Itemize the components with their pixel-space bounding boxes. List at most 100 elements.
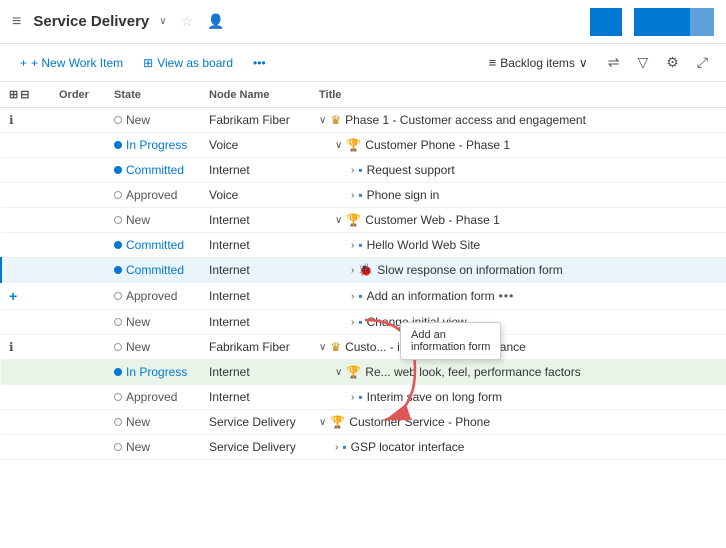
top-bar: ≡ Service Delivery ∨ ☆ 👤 [0,0,726,44]
expand-icon[interactable]: › [351,165,354,176]
title-cell[interactable]: ∨ ♛ Custo... - improve UI performance [311,335,726,360]
expand-cell [1,310,51,335]
table-row[interactable]: CommittedInternet› 🐞 Slow response on in… [1,258,726,283]
title-cell[interactable]: › ▪ Request support [311,158,726,183]
new-work-item-button[interactable]: + + New Work Item [12,52,131,74]
title-cell[interactable]: ∨ ♛ Phase 1 - Customer access and engage… [311,108,726,133]
order-cell [51,360,106,385]
state-cell: In Progress [106,133,201,158]
fullscreen-button[interactable]: ⤢ [691,50,714,75]
state-cell: New [106,335,201,360]
expand-all-icon[interactable]: ⊞ [9,88,18,101]
info-icon[interactable]: ℹ [9,340,14,354]
title-cell[interactable]: › ▪ Hello World Web Site [311,233,726,258]
table-row[interactable]: + ApprovedInternet› ▪ Add an information … [1,283,726,310]
title-cell[interactable]: ∨ 🏆 Re... web look, feel, performance fa… [311,360,726,385]
col-header-node: Node Name [201,82,311,108]
team-icon[interactable]: 👤 [207,13,224,30]
node-cell: Internet [201,310,311,335]
feature-icon: 🏆 [346,213,361,227]
expand-icon[interactable]: › [351,190,354,201]
context-menu-button[interactable]: ••• [499,289,515,303]
backlog-chevron-icon: ∨ [579,56,588,70]
expand-cell [1,208,51,233]
order-cell [51,208,106,233]
table-row[interactable]: NewInternet∨ 🏆 Customer Web - Phase 1 [1,208,726,233]
add-child-button[interactable]: + [9,288,17,304]
title-cell[interactable]: › 🐞 Slow response on information form [311,258,726,283]
expand-cell [1,258,51,283]
title-cell[interactable]: › ▪ GSP locator interface [311,435,726,460]
collapse-icon[interactable]: ∨ [319,115,326,126]
expand-icon[interactable]: › [351,240,354,251]
table-row[interactable]: ApprovedVoice› ▪ Phone sign in [1,183,726,208]
state-cell: In Progress [106,360,201,385]
state-cell: Approved [106,283,201,310]
menu-icon[interactable]: ≡ [12,13,21,31]
collapse-icon[interactable]: ∨ [335,140,342,151]
state-dot [114,343,122,351]
order-cell [51,310,106,335]
task-icon: ▪ [358,188,362,202]
title-cell[interactable]: › ▪ Phone sign in [311,183,726,208]
order-cell [51,435,106,460]
title-cell[interactable]: › ▪ Change initial view [311,310,726,335]
collapse-icon[interactable]: ∨ [319,342,326,353]
favorite-icon[interactable]: ☆ [181,13,194,30]
task-icon: ▪ [358,238,362,252]
collapse-icon[interactable]: ∨ [319,417,326,428]
table-row[interactable]: NewInternet› ▪ Change initial view [1,310,726,335]
table-row[interactable]: ℹNewFabrikam Fiber∨ ♛ Phase 1 - Customer… [1,108,726,133]
state-dot [114,191,122,199]
expand-icon[interactable]: › [351,265,354,276]
tooltip-line1: Add an [411,329,490,341]
state-dot [114,443,122,451]
group-by-button[interactable]: ⇌ [602,50,626,75]
state-cell: New [106,435,201,460]
more-options-button[interactable]: ••• [245,52,274,74]
title-text: Slow response on information form [377,263,562,277]
backlog-table-container[interactable]: ⊞ ⊟ Order State Node Name Title ℹNewFabr… [0,82,726,548]
state-dot [114,292,122,300]
title-cell[interactable]: › ▪ Interim save on long form [311,385,726,410]
expand-cell: ℹ [1,108,51,133]
expand-icon[interactable]: › [351,317,354,328]
filter-button[interactable]: ▽ [631,50,654,75]
expand-icon[interactable]: › [351,392,354,403]
title-cell[interactable]: ∨ 🏆 Customer Web - Phase 1 [311,208,726,233]
collapse-icon[interactable]: ∨ [335,367,342,378]
expand-cell [1,158,51,183]
table-row[interactable]: In ProgressInternet∨ 🏆 Re... web look, f… [1,360,726,385]
collapse-all-icon[interactable]: ⊟ [20,88,29,101]
order-cell [51,158,106,183]
title-cell[interactable]: ∨ 🏆 Customer Phone - Phase 1 [311,133,726,158]
settings-button[interactable]: ⚙ [660,50,685,75]
title-text: Hello World Web Site [367,238,481,252]
title-chevron-icon[interactable]: ∨ [159,16,166,27]
feature-icon: 🏆 [330,415,345,429]
table-row[interactable]: ℹNewFabrikam Fiber∨ ♛ Custo... - improve… [1,335,726,360]
node-cell: Internet [201,283,311,310]
expand-cell: ℹ [1,335,51,360]
table-row[interactable]: In ProgressVoice∨ 🏆 Customer Phone - Pha… [1,133,726,158]
title-text: Add an information form [367,289,495,303]
expand-cell: + [1,283,51,310]
expand-icon[interactable]: › [335,442,338,453]
table-row[interactable]: ApprovedInternet› ▪ Interim save on long… [1,385,726,410]
collapse-icon[interactable]: ∨ [335,215,342,226]
table-row[interactable]: NewService Delivery∨ 🏆 Customer Service … [1,410,726,435]
state-dot [114,418,122,426]
table-row[interactable]: CommittedInternet› ▪ Hello World Web Sit… [1,233,726,258]
expand-icon[interactable]: › [351,291,354,302]
state-label: New [126,213,150,227]
info-icon[interactable]: ℹ [9,113,14,127]
title-text: Phone sign in [367,188,440,202]
node-cell: Fabrikam Fiber [201,108,311,133]
view-as-board-button[interactable]: ⊞ View as board [135,52,241,74]
table-row[interactable]: CommittedInternet› ▪ Request support [1,158,726,183]
table-row[interactable]: NewService Delivery› ▪ GSP locator inter… [1,435,726,460]
node-cell: Internet [201,233,311,258]
title-cell[interactable]: ∨ 🏆 Customer Service - Phone [311,410,726,435]
backlog-items-button[interactable]: ≡ Backlog items ∨ [481,51,596,74]
title-cell[interactable]: › ▪ Add an information form ••• [311,283,726,310]
